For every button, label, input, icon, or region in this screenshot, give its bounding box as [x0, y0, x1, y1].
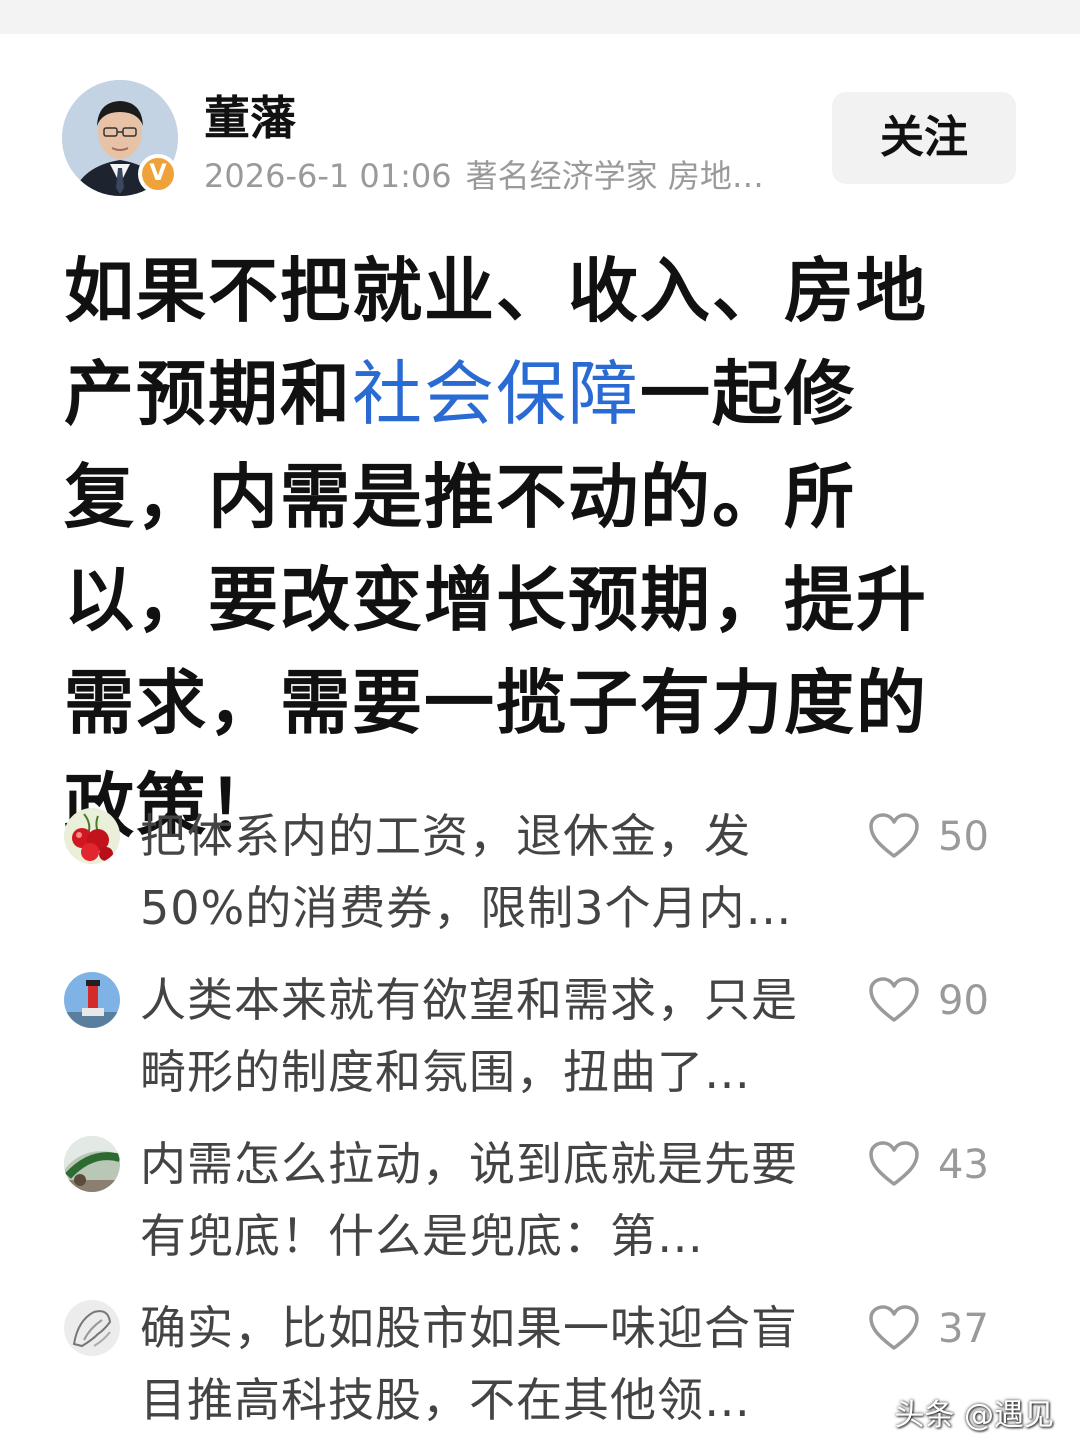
post-header: V 董藩 2026-6-1 01:06 著名经济学家 房地… 关注: [0, 34, 1080, 224]
comment-text: 内需怎么拉动，说到底就是先要有兜底！什么是兜底：第…: [140, 1137, 798, 1263]
verified-v-icon: V: [138, 154, 178, 194]
lighthouse-avatar-icon: [64, 972, 120, 1028]
like-count: 37: [938, 1306, 989, 1352]
comment-text: 人类本来就有欲望和需求，只是畸形的制度和氛围，扭曲了…: [140, 973, 798, 1099]
heart-outline-icon: [869, 1141, 919, 1186]
commenter-avatar[interactable]: [64, 972, 120, 1028]
heart-outline-icon: [869, 1305, 919, 1350]
cherries-avatar-icon: [64, 808, 120, 864]
post-text: 如果不把就业、收入、房地产预期和社会保障一起修复，内需是推不动的。所以，要改变增…: [64, 240, 994, 858]
comment-text: 确实，比如股市如果一味迎合盲目推高科技股，不在其他领…: [140, 1301, 798, 1427]
comment-text: 把体系内的工资，退休金，发50%的消费券，限制3个月内…: [140, 809, 793, 935]
topic-link[interactable]: 社会保障: [352, 353, 640, 435]
post-meta: 2026-6-1 01:06 著名经济学家 房地…: [204, 154, 804, 198]
post-timestamp: 2026-6-1 01:06: [204, 157, 452, 195]
author-avatar[interactable]: V: [62, 80, 178, 196]
like-count: 43: [938, 1142, 989, 1188]
sketch-avatar-icon: [64, 1300, 120, 1356]
heart-outline-icon: [869, 813, 919, 858]
commenter-avatar[interactable]: [64, 1300, 120, 1356]
like-count: 50: [938, 814, 989, 860]
comment-item[interactable]: 人类本来就有欲望和需求，只是畸形的制度和氛围，扭曲了… 90: [0, 964, 1080, 1114]
comment-item[interactable]: 把体系内的工资，退休金，发50%的消费券，限制3个月内… 50: [0, 800, 1080, 950]
comment-item[interactable]: 内需怎么拉动，说到底就是先要有兜底！什么是兜底：第… 43: [0, 1128, 1080, 1278]
commenter-avatar[interactable]: [64, 1136, 120, 1192]
top-strip: [0, 0, 1080, 34]
follow-button[interactable]: 关注: [832, 92, 1016, 184]
like-count: 90: [938, 978, 989, 1024]
heart-outline-icon: [869, 977, 919, 1022]
author-description: 著名经济学家 房地…: [465, 157, 764, 195]
landscape-avatar-icon: [64, 1136, 120, 1192]
watermark: 头条 @遇见: [894, 1398, 1054, 1433]
commenter-avatar[interactable]: [64, 808, 120, 864]
author-name[interactable]: 董藩: [204, 90, 296, 146]
